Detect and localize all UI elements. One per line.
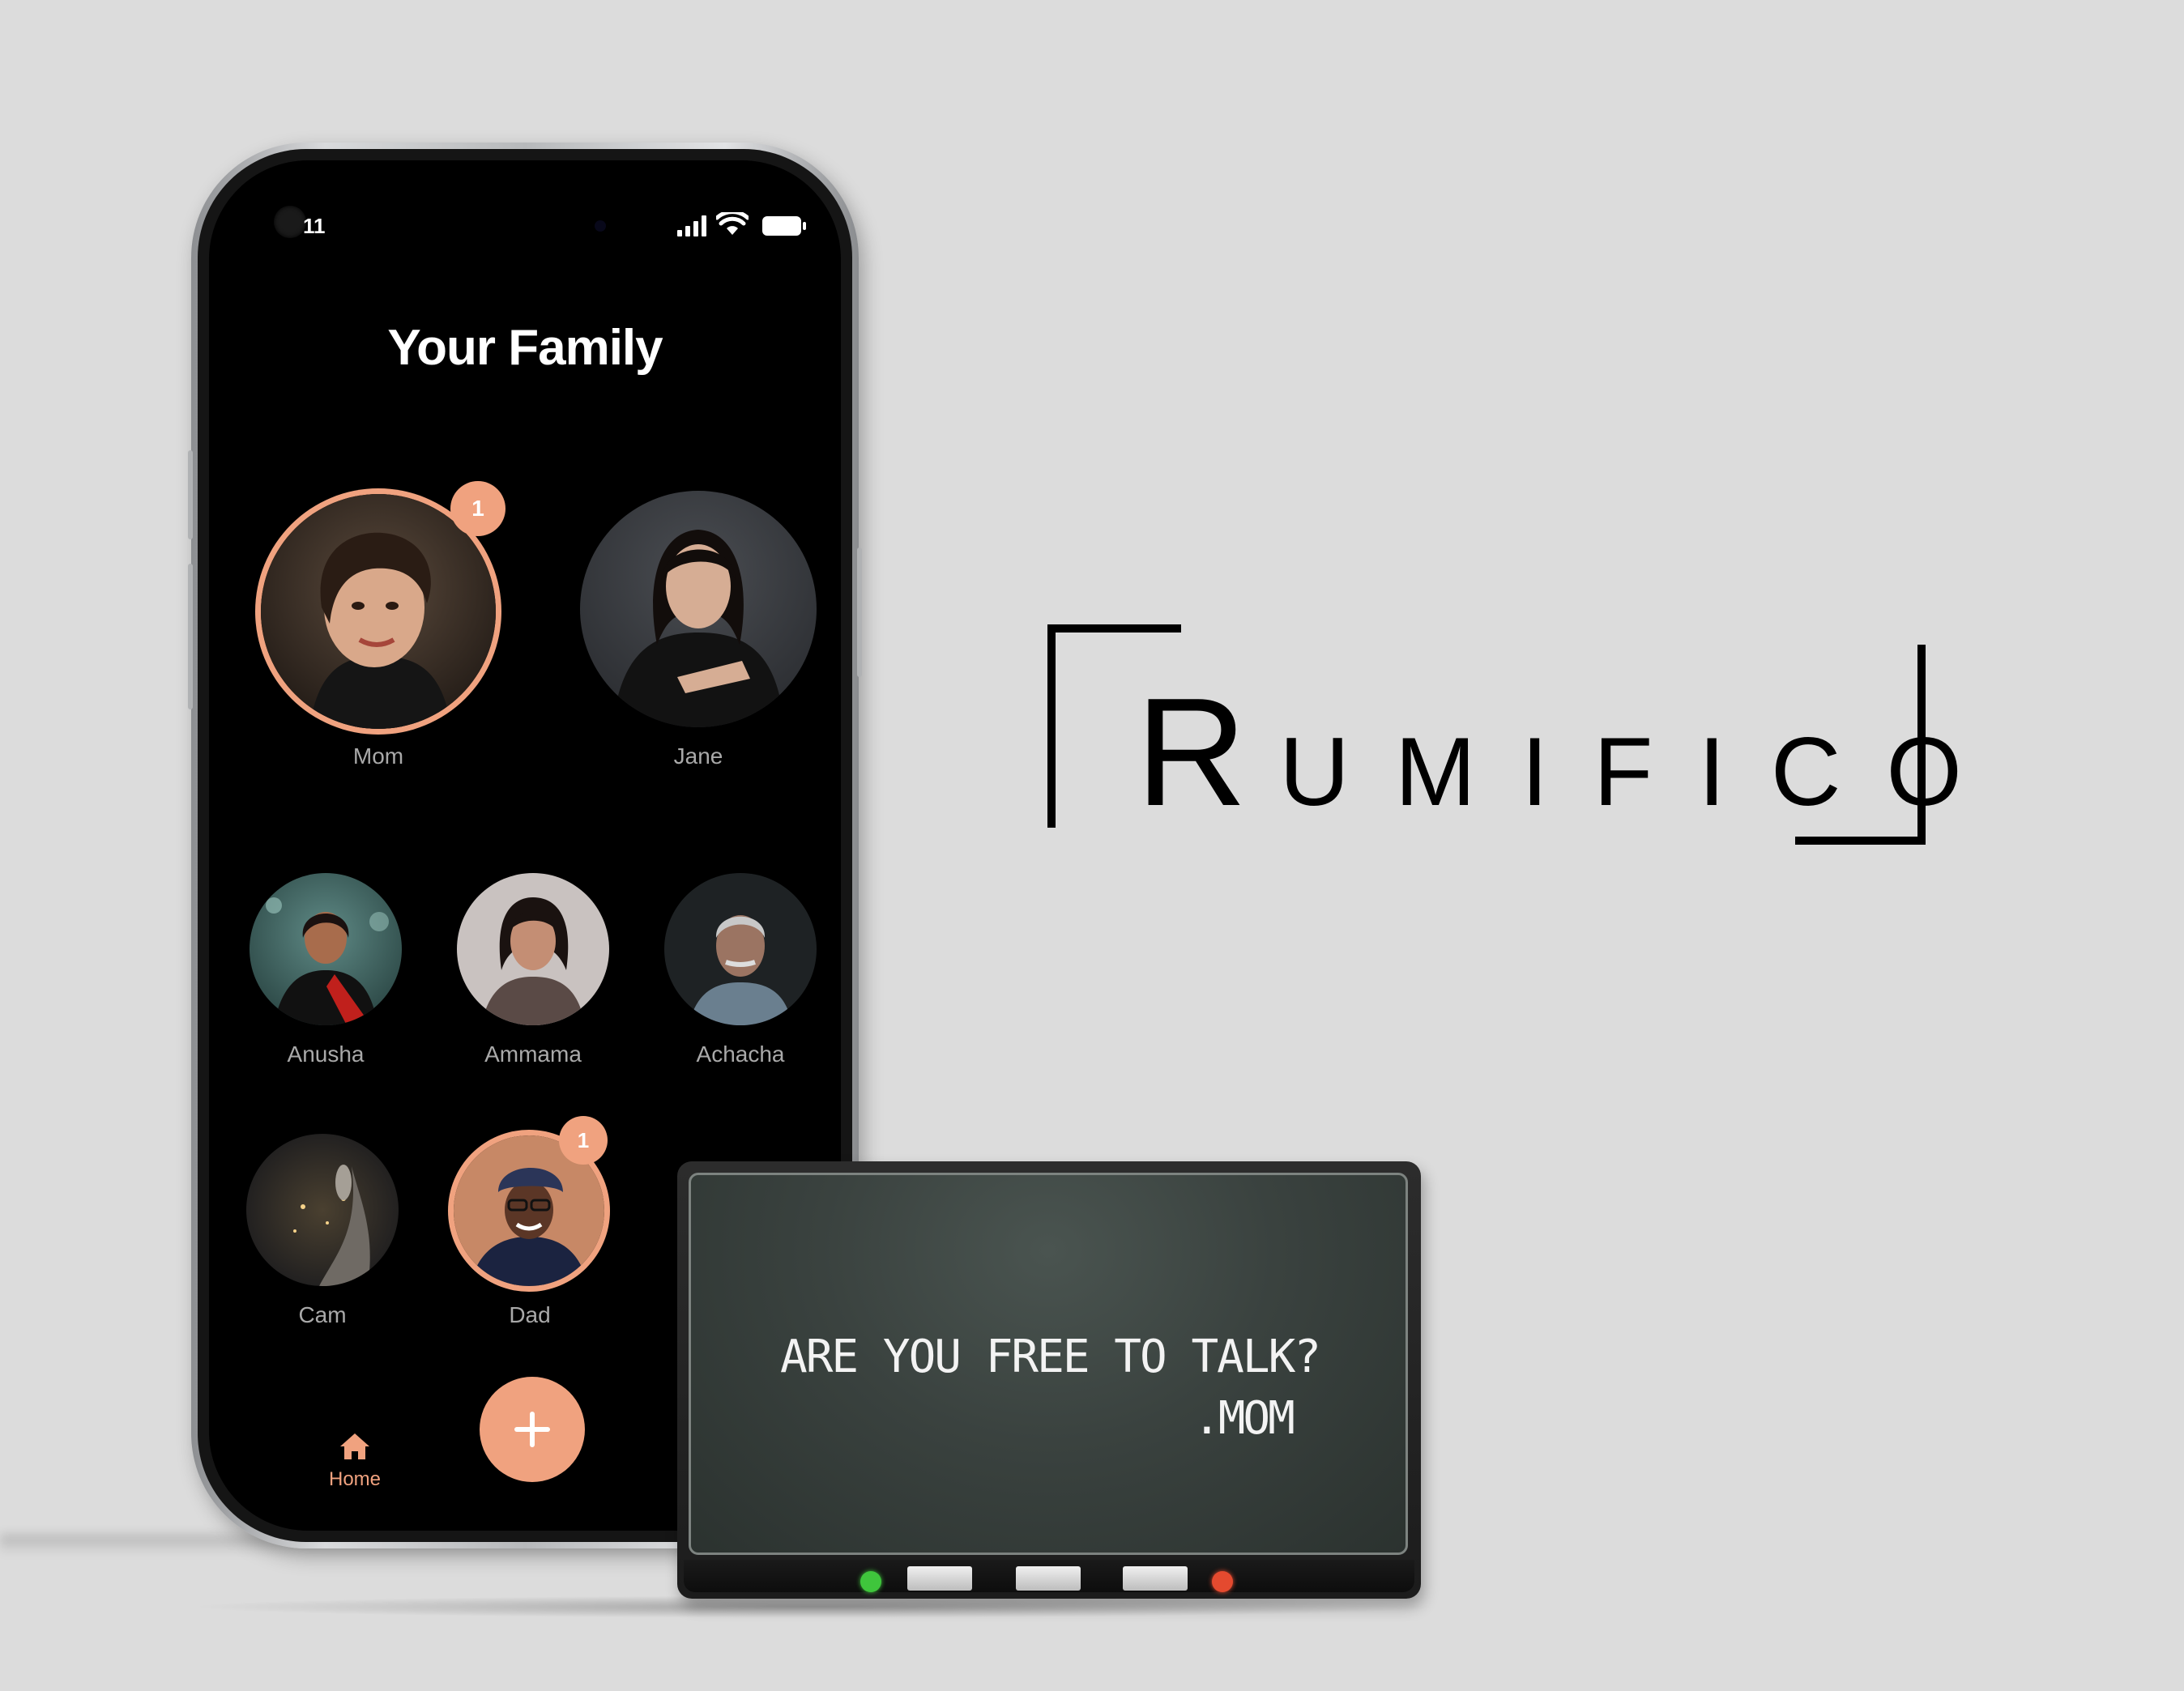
battery-icon [762, 216, 806, 236]
side-button-volume [188, 564, 193, 709]
avatar-anusha[interactable] [250, 873, 402, 1025]
status-time: 11 [303, 214, 326, 238]
member-name-achacha: Achacha [696, 1041, 785, 1067]
member-name-dad: Dad [509, 1302, 551, 1327]
nav-home[interactable]: Home [306, 1432, 403, 1491]
sensor-dot [595, 220, 606, 232]
nav-home-label: Home [328, 1468, 382, 1490]
signal-icon [677, 215, 706, 236]
device-screen: ARE YOU FREE TO TALK? .MOM [689, 1173, 1408, 1555]
add-member-button[interactable] [480, 1377, 585, 1482]
device-button-3[interactable] [1123, 1566, 1188, 1591]
device-button-1[interactable] [907, 1566, 972, 1591]
device-shadow [186, 1595, 1442, 1618]
message-display-device: ARE YOU FREE TO TALK? .MOM [677, 1161, 1421, 1599]
logo-letters: UMIFICO [1279, 718, 2007, 826]
avatar-ammama[interactable] [457, 873, 609, 1025]
avatar-cam[interactable] [246, 1134, 399, 1286]
side-button-power [857, 547, 862, 677]
avatar-jane[interactable] [580, 491, 817, 727]
device-button-2[interactable] [1016, 1566, 1081, 1591]
front-camera [274, 206, 306, 238]
red-led [1212, 1571, 1233, 1592]
plus-icon [514, 1412, 550, 1447]
notification-badge-dad: 1 [559, 1116, 608, 1165]
brand-logo: RUMIFICO [1045, 624, 1962, 850]
green-led [860, 1571, 881, 1592]
home-icon [340, 1433, 369, 1459]
logo-wordmark: RUMIFICO [1136, 664, 2007, 841]
member-name-anusha: Anusha [287, 1041, 365, 1067]
member-name-mom: Mom [352, 743, 404, 769]
device-sender: .MOM [1193, 1392, 1295, 1445]
wifi-icon [716, 212, 749, 235]
avatar-achacha[interactable] [664, 873, 817, 1025]
member-name-ammama: Ammama [484, 1041, 582, 1067]
page-title: Your Family [387, 320, 663, 376]
member-name-jane: Jane [673, 743, 723, 769]
device-message: ARE YOU FREE TO TALK? [780, 1331, 1321, 1383]
notification-badge-mom: 1 [450, 481, 505, 536]
side-button-top [188, 450, 193, 539]
member-name-cam: Cam [298, 1302, 347, 1327]
logo-letter-r: R [1136, 667, 1280, 838]
